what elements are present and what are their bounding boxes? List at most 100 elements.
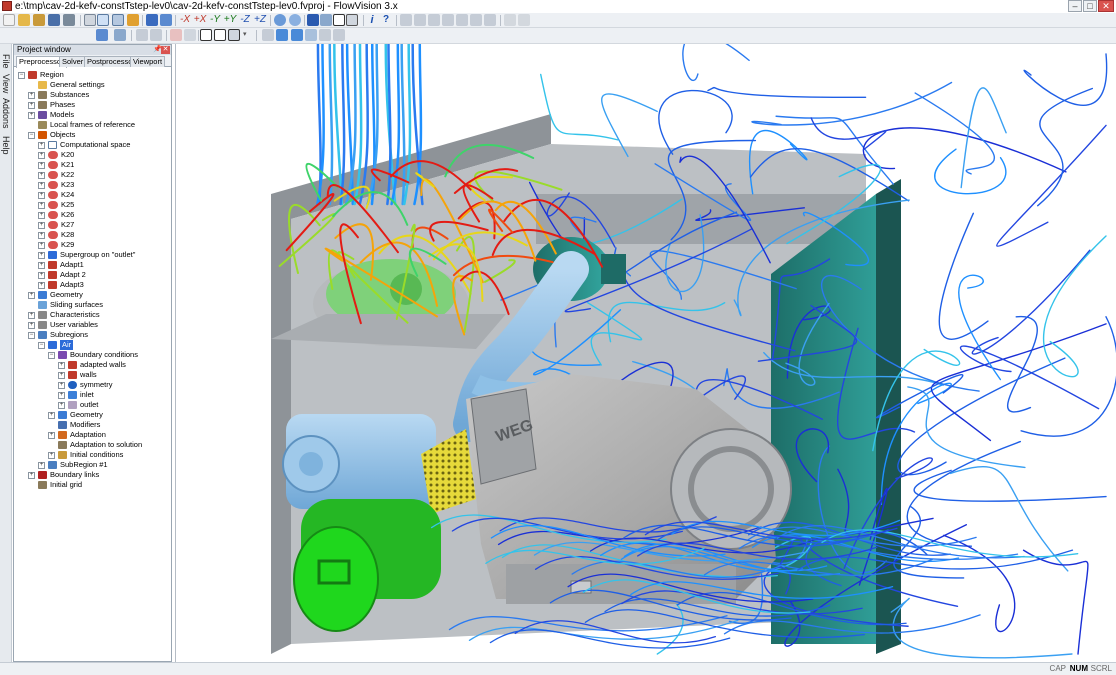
pan-tool-icon[interactable] (346, 14, 358, 26)
step-back-icon[interactable] (428, 14, 440, 26)
tree-item-k25[interactable]: + K25 (38, 200, 74, 210)
tree-item-initial-grid[interactable]: Initial grid (28, 480, 82, 490)
save-as-icon[interactable] (63, 14, 75, 26)
close-button[interactable]: ✕ (1098, 0, 1114, 12)
tree-item-adapted-walls[interactable]: + adapted walls (58, 360, 126, 370)
tree-item-characteristics[interactable]: + Characteristics (28, 310, 100, 320)
side-tab-addons[interactable]: Addons (0, 98, 12, 134)
measure-icon[interactable] (319, 29, 331, 41)
tree-item-symmetry[interactable]: + symmetry (58, 380, 113, 390)
help-icon[interactable]: ? (380, 14, 392, 26)
dual-view-icon[interactable] (228, 29, 240, 41)
tree-item-adapt1[interactable]: + Adapt1 (38, 260, 84, 270)
minimize-button[interactable]: – (1068, 0, 1082, 12)
tree-item-k26[interactable]: + K26 (38, 210, 74, 220)
flow-visualization[interactable]: WEG (176, 44, 1116, 662)
layout-dropdown-icon[interactable]: ▾ (243, 29, 249, 41)
tree-item-sub-geometry[interactable]: + Geometry (48, 410, 103, 420)
tree-item-phases[interactable]: + Phases (28, 100, 75, 110)
window-icon[interactable] (84, 14, 96, 26)
open-icon[interactable] (18, 14, 30, 26)
tab-viewport[interactable]: Viewport (130, 56, 166, 67)
view-minus-x-button[interactable]: -X (178, 14, 192, 26)
quad-view-icon[interactable] (214, 29, 226, 41)
tree-item-k22[interactable]: + K22 (38, 170, 74, 180)
tree-item-modifiers[interactable]: Modifiers (48, 420, 100, 430)
tree-item-computational-space[interactable]: + Computational space (38, 140, 130, 150)
open-recent-icon[interactable] (33, 14, 45, 26)
cut-plane-icon[interactable] (262, 29, 274, 41)
play-first-icon[interactable] (400, 14, 412, 26)
pause-icon[interactable] (184, 29, 196, 41)
tree-item-k23[interactable]: + K23 (38, 180, 74, 190)
tree-item-k20[interactable]: + K20 (38, 150, 74, 160)
tree-item-inlet[interactable]: + inlet (58, 390, 94, 400)
play-forward-icon[interactable] (470, 14, 482, 26)
record-icon[interactable] (504, 14, 516, 26)
tree-item-air[interactable]: − Air (38, 340, 74, 350)
tree-item-models[interactable]: + Models (28, 110, 74, 120)
tree-item-walls[interactable]: + walls (58, 370, 97, 380)
tree-item-supergroup-outlet[interactable]: + Supergroup on "outlet" (38, 250, 135, 260)
view-plus-y-button[interactable]: +Y (223, 14, 237, 26)
tree-item-k29[interactable]: + K29 (38, 240, 74, 250)
tree-item-k27[interactable]: + K27 (38, 220, 74, 230)
cube-icon[interactable] (127, 14, 139, 26)
arrow-tool-icon[interactable] (305, 29, 317, 41)
tree-item-geometry[interactable]: + Geometry (28, 290, 83, 300)
tree-item-user-variables[interactable]: + User variables (28, 320, 98, 330)
view-plus-x-button[interactable]: +X (193, 14, 207, 26)
tree-item-initial-conditions[interactable]: + Initial conditions (48, 450, 123, 460)
side-tab-file[interactable]: File (0, 54, 12, 74)
properties-view-icon[interactable] (114, 29, 126, 41)
tree-item-region[interactable]: − Region (18, 70, 64, 80)
tab-solver[interactable]: Solver (59, 56, 87, 67)
project-view-icon[interactable] (96, 29, 108, 41)
panel-close-button[interactable]: ✕ (161, 46, 170, 54)
view-minus-y-button[interactable]: -Y (208, 14, 222, 26)
movie-icon[interactable] (518, 14, 530, 26)
play-last-icon[interactable] (484, 14, 496, 26)
export-icon[interactable] (150, 29, 162, 41)
tree-item-subregion-1[interactable]: + SubRegion #1 (38, 460, 108, 470)
frame-tool-icon[interactable] (333, 14, 345, 26)
tree-item-sliding-surfaces[interactable]: Sliding surfaces (28, 300, 103, 310)
single-view-icon[interactable] (200, 29, 212, 41)
tree-item-adaptation-to-solution[interactable]: Adaptation to solution (48, 440, 142, 450)
info-icon[interactable]: i (366, 14, 378, 26)
pin-icon[interactable]: 📌 (153, 46, 162, 53)
tree-item-general-settings[interactable]: General settings (28, 80, 105, 90)
side-tab-help[interactable]: Help (0, 136, 12, 158)
select-pointer-icon[interactable] (307, 14, 319, 26)
rotate-icon[interactable] (274, 14, 286, 26)
tree-item-boundary-links[interactable]: + Boundary links (28, 470, 99, 480)
step-forward-icon[interactable] (456, 14, 468, 26)
save-icon[interactable] (48, 14, 60, 26)
tree-item-subregions[interactable]: − Subregions (28, 330, 88, 340)
side-tab-view[interactable]: View (0, 74, 12, 96)
tree-item-adapt3[interactable]: + Adapt3 (38, 280, 84, 290)
tree-item-objects[interactable]: − Objects (28, 130, 75, 140)
tree-item-k24[interactable]: + K24 (38, 190, 74, 200)
run-icon[interactable] (170, 29, 182, 41)
tree-item-outlet[interactable]: + outlet (58, 400, 98, 410)
tree-item-adaptation[interactable]: + Adaptation (48, 430, 106, 440)
zoom-tool-icon[interactable] (320, 14, 332, 26)
tree-item-substances[interactable]: + Substances (28, 90, 89, 100)
tree-item-k28[interactable]: + K28 (38, 230, 74, 240)
zoom-box-icon[interactable] (160, 14, 172, 26)
import-icon[interactable] (136, 29, 148, 41)
pick-point-icon[interactable] (276, 29, 288, 41)
fit-view-icon[interactable] (146, 14, 158, 26)
3d-viewport[interactable]: WEG (175, 44, 1116, 662)
add-point-icon[interactable] (291, 29, 303, 41)
view-minus-z-button[interactable]: -Z (238, 14, 252, 26)
tree-item-k21[interactable]: + K21 (38, 160, 74, 170)
tree-item-adapt2[interactable]: + Adapt 2 (38, 270, 86, 280)
new-icon[interactable] (3, 14, 15, 26)
layout-icon[interactable] (97, 14, 109, 26)
split-view-icon[interactable] (112, 14, 124, 26)
tree-item-local-frames[interactable]: Local frames of reference (28, 120, 135, 130)
stop-icon[interactable] (442, 14, 454, 26)
snap-icon[interactable] (333, 29, 345, 41)
